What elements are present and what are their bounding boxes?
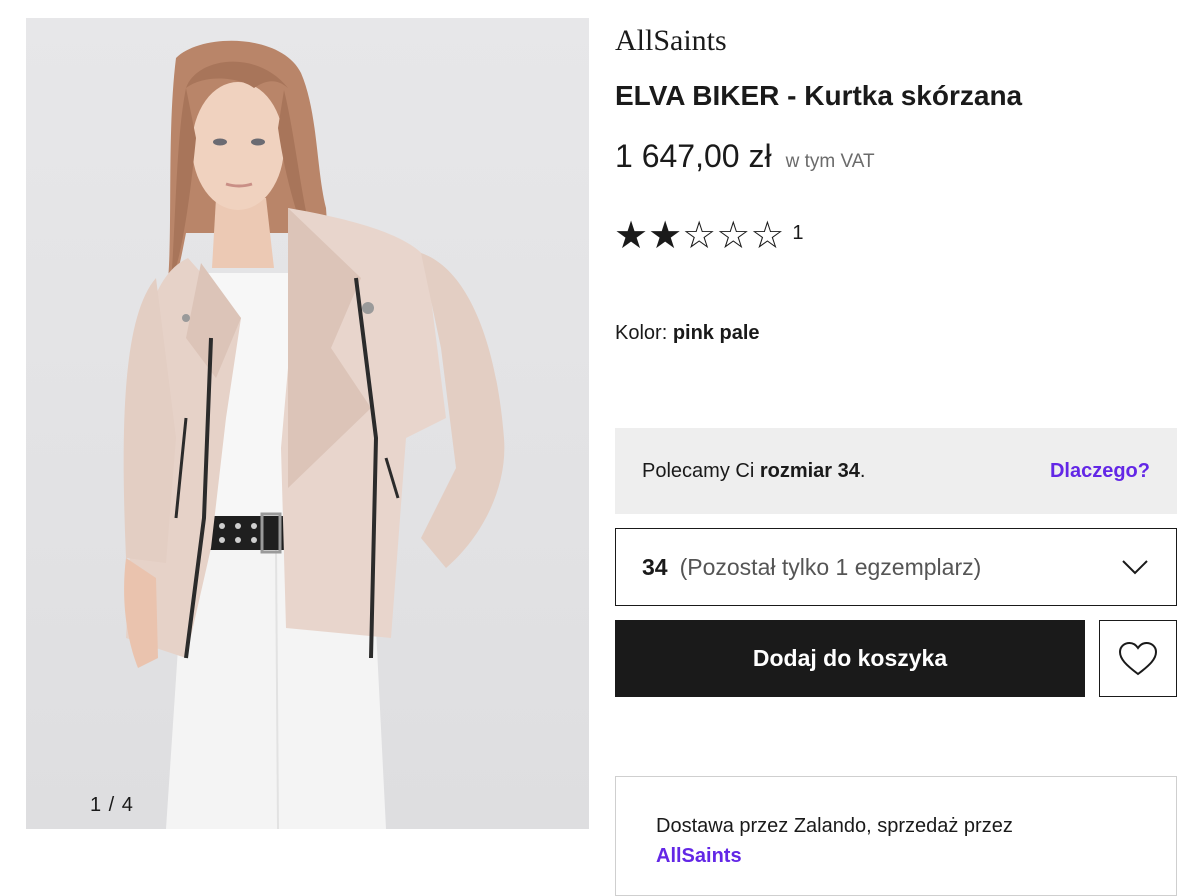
recommendation-text: Polecamy Ci rozmiar 34. — [642, 459, 866, 482]
rating-stars[interactable]: ★ ★ ☆ ☆ ☆ 1 — [614, 216, 804, 256]
size-select[interactable]: 34 (Pozostał tylko 1 egzemplarz) — [615, 528, 1177, 606]
size-recommendation: Polecamy Ci rozmiar 34. Dlaczego? — [615, 428, 1177, 514]
star-icon: ★ — [648, 215, 683, 257]
heart-icon — [1118, 641, 1158, 675]
product-image[interactable]: 1 / 4 — [26, 18, 589, 829]
vat-note: w tym VAT — [785, 151, 875, 172]
price-row: 1 647,00 zł w tym VAT — [615, 138, 875, 175]
color-value: pink pale — [672, 322, 760, 344]
delivery-info: Dostawa przez Zalando, sprzedaż przez Al… — [615, 776, 1177, 896]
product-price: 1 647,00 zł — [615, 138, 772, 174]
seller-link[interactable]: AllSaints — [656, 841, 1136, 871]
recommended-size: rozmiar 34 — [759, 459, 860, 482]
image-counter: 1 / 4 — [90, 794, 134, 816]
selected-size: 34 — [642, 553, 668, 580]
wishlist-button[interactable] — [1099, 620, 1177, 697]
rating-count: 1 — [792, 221, 804, 244]
chevron-down-icon — [1122, 560, 1148, 575]
why-link[interactable]: Dlaczego? — [1050, 460, 1150, 483]
color-info: Kolor: pink pale — [615, 322, 760, 345]
star-outline-icon: ☆ — [716, 215, 751, 257]
product-title: ELVA BIKER - Kurtka skórzana — [615, 80, 1023, 111]
color-label: Kolor: — [615, 322, 668, 344]
star-outline-icon: ☆ — [682, 215, 717, 257]
add-to-cart-button[interactable]: Dodaj do koszyka — [615, 620, 1085, 697]
model-illustration — [123, 40, 505, 829]
delivery-text: Dostawa przez Zalando, sprzedaż przez — [656, 815, 1013, 837]
brand-name[interactable]: AllSaints — [615, 24, 727, 58]
stock-note: (Pozostał tylko 1 egzemplarz) — [679, 553, 982, 580]
star-outline-icon: ☆ — [750, 215, 785, 257]
star-icon: ★ — [614, 215, 649, 257]
